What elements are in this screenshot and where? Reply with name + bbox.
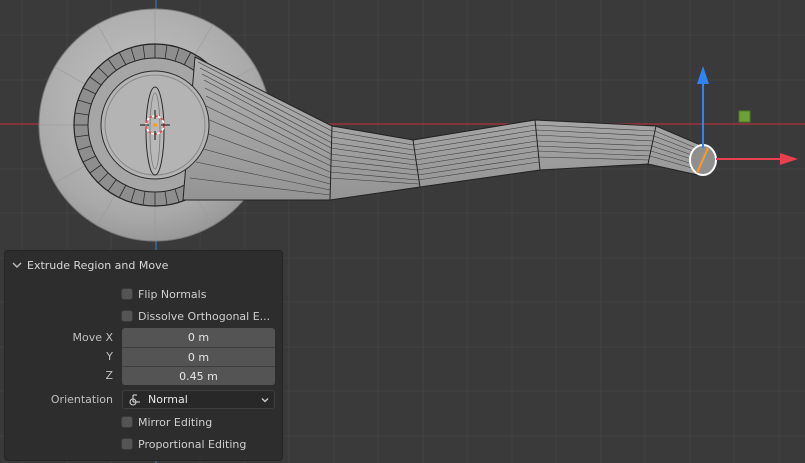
mirror-editing-option[interactable]: Mirror Editing bbox=[121, 412, 281, 432]
move-x-field[interactable]: 0 m bbox=[122, 328, 275, 347]
proportional-editing-checkbox[interactable] bbox=[121, 438, 133, 450]
mirror-editing-label: Mirror Editing bbox=[138, 415, 213, 429]
dropdown-arrow-icon bbox=[261, 397, 269, 402]
dissolve-orthogonal-option[interactable]: Dissolve Orthogonal E... bbox=[121, 306, 281, 326]
flip-normals-label: Flip Normals bbox=[138, 287, 207, 301]
dissolve-orthogonal-label: Dissolve Orthogonal E... bbox=[138, 309, 271, 323]
move-y-label: Y bbox=[106, 350, 113, 363]
flip-normals-checkbox[interactable] bbox=[121, 288, 133, 300]
move-x-label: Move X bbox=[72, 331, 113, 344]
move-z-label: Z bbox=[105, 369, 113, 382]
mesh-object[interactable] bbox=[38, 8, 704, 242]
orientation-dropdown[interactable]: Normal bbox=[122, 390, 275, 409]
normal-orientation-icon bbox=[129, 393, 140, 406]
extrude-operator-panel: Extrude Region and Move Flip Normals Dis… bbox=[4, 250, 283, 461]
move-gizmo-plane-handle[interactable] bbox=[738, 110, 751, 123]
move-gizmo-z-arrow[interactable] bbox=[697, 66, 709, 148]
panel-header[interactable]: Extrude Region and Move bbox=[11, 257, 168, 273]
move-z-field[interactable]: 0.45 m bbox=[122, 366, 275, 385]
proportional-editing-label: Proportional Editing bbox=[138, 437, 247, 451]
orientation-value: Normal bbox=[148, 393, 188, 406]
panel-title: Extrude Region and Move bbox=[27, 258, 169, 272]
move-gizmo-x-arrow[interactable] bbox=[716, 153, 798, 165]
move-y-field[interactable]: 0 m bbox=[122, 347, 275, 366]
flip-normals-option[interactable]: Flip Normals bbox=[121, 284, 281, 304]
proportional-editing-option[interactable]: Proportional Editing bbox=[121, 434, 281, 454]
selected-face[interactable] bbox=[689, 144, 717, 176]
dissolve-orthogonal-checkbox[interactable] bbox=[121, 310, 133, 322]
orientation-label: Orientation bbox=[50, 393, 113, 406]
mirror-editing-checkbox[interactable] bbox=[121, 416, 133, 428]
chevron-down-icon[interactable] bbox=[11, 259, 23, 271]
